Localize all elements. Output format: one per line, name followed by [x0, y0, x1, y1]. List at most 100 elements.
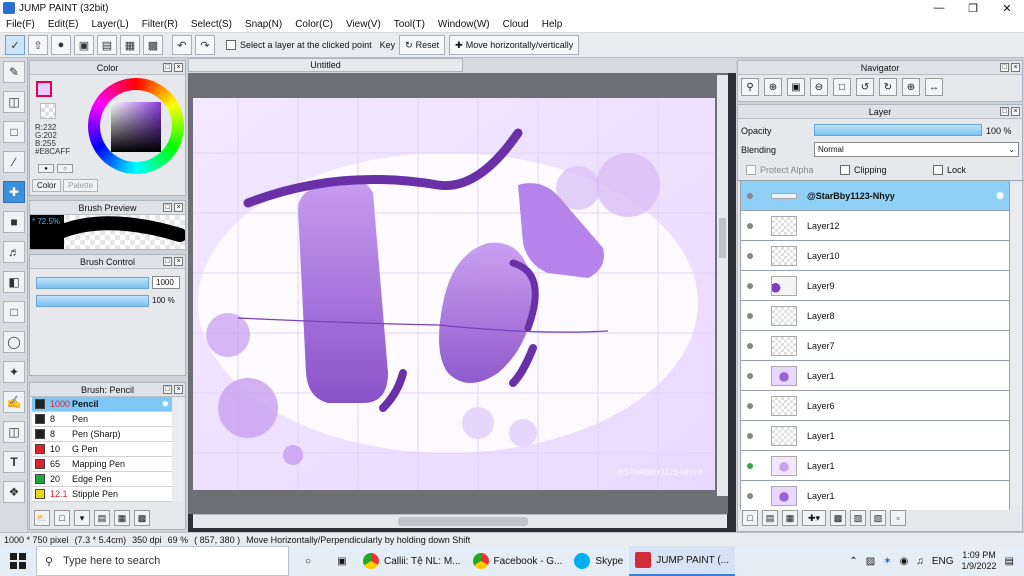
document-tab[interactable]: Untitled: [188, 58, 463, 72]
panel-float-icon[interactable]: □: [1000, 107, 1009, 116]
brush-size-value[interactable]: 1000: [152, 276, 180, 289]
brush-copy-icon[interactable]: ▤: [94, 510, 110, 526]
brush-item-mapping-pen[interactable]: 65 Mapping Pen: [32, 457, 172, 472]
show-hidden-icons-icon[interactable]: ⌃: [849, 556, 857, 567]
menu-help[interactable]: Help: [536, 19, 570, 30]
tab-palette[interactable]: Palette: [63, 179, 99, 192]
eraser-tool-icon[interactable]: ◫: [3, 91, 25, 113]
brush-download-icon[interactable]: ⛅: [34, 510, 50, 526]
background-color-swatch[interactable]: [40, 103, 56, 119]
panel-float-icon[interactable]: □: [163, 203, 172, 212]
menu-file[interactable]: File(F): [0, 19, 42, 30]
brush-settings-icon[interactable]: ✹: [161, 399, 169, 410]
taskbar-item-chrome-2[interactable]: Facebook - G...: [467, 546, 569, 576]
comment-icon[interactable]: ●: [51, 35, 71, 55]
merge-down-icon[interactable]: ▨: [850, 510, 866, 526]
visibility-icon[interactable]: [747, 342, 753, 349]
add-layer-menu-icon[interactable]: ✚▾: [802, 510, 826, 526]
language-indicator[interactable]: ENG: [932, 556, 954, 567]
rotate-left-icon[interactable]: ↺: [856, 78, 874, 96]
reset-rotation-icon[interactable]: ⊕: [902, 78, 920, 96]
panel-float-icon[interactable]: □: [163, 257, 172, 266]
minimize-button[interactable]: —: [922, 0, 956, 16]
fit-window-icon[interactable]: □: [833, 78, 851, 96]
move-axis-button[interactable]: ✚ Move horizontally/vertically: [449, 35, 580, 55]
panel-close-icon[interactable]: ×: [174, 385, 183, 394]
layer-row[interactable]: Layer1: [740, 421, 1010, 451]
foreground-color-swatch[interactable]: [36, 81, 52, 97]
taskbar-item-chrome-1[interactable]: Callii: Tệ NL: M...: [357, 546, 467, 576]
gradient-tool-icon[interactable]: ◧: [3, 271, 25, 293]
reset-button[interactable]: ↻ Reset: [399, 35, 446, 55]
menu-cloud[interactable]: Cloud: [497, 19, 536, 30]
lock-option[interactable]: Lock: [931, 165, 966, 175]
layer-row[interactable]: Layer6: [740, 391, 1010, 421]
clipping-option[interactable]: Clipping: [838, 165, 887, 175]
volume-icon[interactable]: ♫: [916, 556, 924, 567]
clock[interactable]: 1:09 PM 1/9/2022: [962, 550, 997, 572]
brush-item-pen[interactable]: 8 Pen: [32, 412, 172, 427]
zoom-in-icon[interactable]: ⊕: [764, 78, 782, 96]
line-tool-icon[interactable]: ∕: [3, 151, 25, 173]
menu-filter[interactable]: Filter(R): [136, 19, 185, 30]
menu-edit[interactable]: Edit(E): [42, 19, 86, 30]
layer-row[interactable]: @StarBby1123-Nhyy ✹: [740, 181, 1010, 211]
visibility-icon[interactable]: [747, 192, 753, 199]
page-icon[interactable]: ▤: [97, 35, 117, 55]
panel-close-icon[interactable]: ×: [1011, 107, 1020, 116]
panel-float-icon[interactable]: □: [1000, 63, 1009, 72]
protect-alpha-option[interactable]: Protect Alpha: [744, 165, 814, 175]
layer-row[interactable]: Layer1: [740, 451, 1010, 481]
menu-tool[interactable]: Tool(T): [388, 19, 432, 30]
layer-row[interactable]: Layer10: [740, 241, 1010, 271]
notifications-icon[interactable]: ▤: [1005, 556, 1014, 567]
transparent-color-icon[interactable]: ○: [57, 164, 73, 173]
maximize-button[interactable]: ❐: [956, 0, 990, 16]
canvas-vertical-scroll-thumb[interactable]: [719, 218, 726, 258]
taskbar-item-jump-paint[interactable]: JUMP PAINT (...: [629, 546, 736, 576]
brush-item-stipple-pen[interactable]: 12.1 Stipple Pen: [32, 487, 172, 502]
gear-icon[interactable]: ✹: [995, 189, 1005, 203]
windows-start-icon[interactable]: [0, 546, 36, 576]
canvas-vertical-scrollbar[interactable]: [717, 75, 728, 496]
new-brush-icon[interactable]: □: [54, 510, 70, 526]
new-layer-icon[interactable]: □: [742, 510, 758, 526]
brush-opacity-slider[interactable]: [36, 295, 149, 307]
brush-item-pen-sharp[interactable]: 8 Pen (Sharp): [32, 427, 172, 442]
layer-row[interactable]: Layer8: [740, 301, 1010, 331]
saturation-value-square[interactable]: [111, 102, 161, 152]
brush-list-scrollbar[interactable]: [173, 399, 183, 501]
canvas-horizontal-scroll-thumb[interactable]: [398, 517, 528, 526]
undo-icon[interactable]: ↶: [172, 35, 192, 55]
menu-select[interactable]: Select(S): [185, 19, 239, 30]
canvas-viewport[interactable]: @STARBBY1123-NHYY: [188, 73, 728, 514]
canvas-artwork[interactable]: @STARBBY1123-NHYY: [188, 73, 717, 514]
fill-rect-tool-icon[interactable]: ■: [3, 211, 25, 233]
tab-color[interactable]: Color: [32, 179, 62, 192]
network-icon[interactable]: ▨: [866, 556, 875, 567]
panel-close-icon[interactable]: ×: [1011, 63, 1020, 72]
taskbar-search[interactable]: ⚲ Type here to search: [36, 546, 289, 576]
panel-close-icon[interactable]: ×: [174, 203, 183, 212]
panel-float-icon[interactable]: □: [163, 63, 172, 72]
task-view-icon[interactable]: ▣: [327, 546, 357, 576]
magic-wand-icon[interactable]: ✦: [3, 361, 25, 383]
visibility-icon[interactable]: [747, 492, 753, 499]
layer-row[interactable]: Layer1: [740, 361, 1010, 391]
zoom-actual-icon[interactable]: ▣: [787, 78, 805, 96]
protect-alpha-checkbox[interactable]: [746, 165, 756, 175]
lock-checkbox[interactable]: [933, 165, 943, 175]
layer-opacity-slider[interactable]: [814, 124, 982, 136]
visibility-icon[interactable]: [747, 252, 753, 259]
cloud-check-icon[interactable]: ✓: [5, 35, 25, 55]
blending-select[interactable]: Normal ⌄: [814, 142, 1019, 157]
redo-icon[interactable]: ↷: [195, 35, 215, 55]
document-icon[interactable]: ▦: [120, 35, 140, 55]
close-button[interactable]: ✕: [990, 0, 1024, 16]
wifi-icon[interactable]: ◉: [900, 556, 909, 567]
select-layer-option[interactable]: Select a layer at the clicked point: [224, 40, 372, 50]
new-layer-page-icon[interactable]: ▦: [782, 510, 798, 526]
flip-horizontal-icon[interactable]: ↔: [925, 78, 943, 96]
select-pen-icon[interactable]: ✍: [3, 391, 25, 413]
visibility-icon[interactable]: [747, 222, 753, 229]
